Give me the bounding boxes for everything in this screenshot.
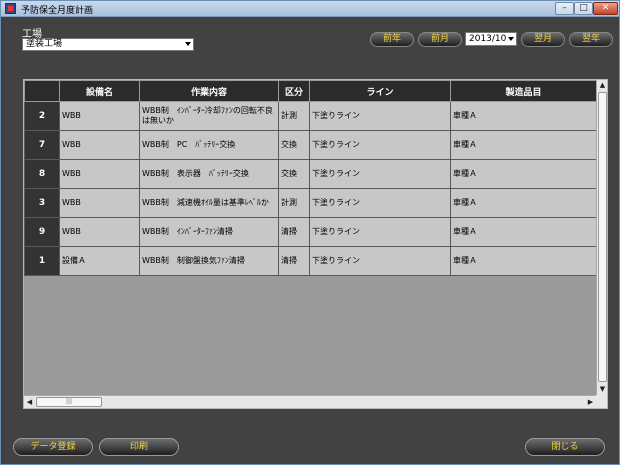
cell-line[interactable]: 下塗りライン	[309, 246, 451, 276]
table-row[interactable]: 3 WBB WBB制 減速機ｵｲﾙ量は基準ﾚﾍﾞﾙか 計測 下塗りライン 車種Ａ	[24, 188, 597, 218]
month-value: 2013/10	[469, 34, 507, 44]
cell-equipment[interactable]: WBB	[59, 130, 140, 160]
cell-line[interactable]: 下塗りライン	[309, 159, 451, 189]
cell-product[interactable]: 車種Ａ	[450, 101, 597, 131]
scroll-up-icon[interactable]: ▲	[597, 80, 607, 91]
cell-work[interactable]: WBB制 PC ﾊﾞｯﾃﾘｰ交換	[139, 130, 279, 160]
app-icon	[5, 3, 16, 14]
cell-work[interactable]: WBB制 ｲﾝﾊﾞｰﾀｰﾌｧﾝ清掃	[139, 217, 279, 247]
prev-month-button[interactable]: 前月	[418, 32, 462, 47]
cell-work[interactable]: WBB制 表示器 ﾊﾞｯﾃﾘｰ交換	[139, 159, 279, 189]
close-button[interactable]: 閉じる	[525, 438, 605, 456]
row-number[interactable]: 3	[24, 188, 60, 218]
schedule-table: 設備名 作業内容 区分 ライン 製造品目 2 WBB WBB制 ｲﾝﾊﾞｰﾀｰ冷…	[24, 80, 597, 276]
minimize-button[interactable]: –	[555, 2, 574, 15]
factory-value: 塗装工場	[26, 39, 63, 49]
cell-line[interactable]: 下塗りライン	[309, 101, 451, 131]
factory-dropdown[interactable]: 塗装工場	[22, 38, 194, 51]
close-window-button[interactable]: ✕	[593, 2, 618, 15]
table-row[interactable]: 8 WBB WBB制 表示器 ﾊﾞｯﾃﾘｰ交換 交換 下塗りライン 車種Ａ	[24, 159, 597, 189]
prev-year-button[interactable]: 前年	[370, 32, 414, 47]
row-number[interactable]: 2	[24, 101, 60, 131]
cell-equipment[interactable]: WBB	[59, 159, 140, 189]
column-header-line[interactable]: ライン	[309, 80, 451, 102]
cell-equipment[interactable]: WBB	[59, 188, 140, 218]
vertical-scroll-thumb[interactable]	[598, 92, 607, 382]
row-number[interactable]: 9	[24, 217, 60, 247]
print-button[interactable]: 印刷	[99, 438, 179, 456]
main-panel: 工場 塗装工場 前年 前月 2013/10 翌月 翌年 設備名 作業内容 区分 …	[5, 18, 615, 462]
row-header-corner	[24, 80, 60, 102]
cell-product[interactable]: 車種Ａ	[450, 246, 597, 276]
cell-line[interactable]: 下塗りライン	[309, 188, 451, 218]
cell-category[interactable]: 交換	[278, 130, 310, 160]
column-header-category[interactable]: 区分	[278, 80, 310, 102]
table-row[interactable]: 9 WBB WBB制 ｲﾝﾊﾞｰﾀｰﾌｧﾝ清掃 清掃 下塗りライン 車種Ａ	[24, 217, 597, 247]
scroll-down-icon[interactable]: ▼	[597, 384, 607, 395]
cell-category[interactable]: 計測	[278, 188, 310, 218]
month-dropdown[interactable]: 2013/10	[465, 32, 517, 46]
table-row[interactable]: 7 WBB WBB制 PC ﾊﾞｯﾃﾘｰ交換 交換 下塗りライン 車種Ａ	[24, 130, 597, 160]
table-row[interactable]: 2 WBB WBB制 ｲﾝﾊﾞｰﾀｰ冷却ﾌｧﾝの回転不良は無いか 計測 下塗りラ…	[24, 101, 597, 131]
cell-product[interactable]: 車種Ａ	[450, 130, 597, 160]
chevron-down-icon	[508, 37, 514, 41]
data-register-button[interactable]: データ登録	[13, 438, 93, 456]
cell-line[interactable]: 下塗りライン	[309, 217, 451, 247]
cell-category[interactable]: 計測	[278, 101, 310, 131]
row-number[interactable]: 1	[24, 246, 60, 276]
next-year-button[interactable]: 翌年	[569, 32, 613, 47]
column-header-product[interactable]: 製造品目	[450, 80, 597, 102]
horizontal-scrollbar[interactable]: ◀ ||| ▶	[24, 395, 596, 408]
header-row: 設備名 作業内容 区分 ライン 製造品目	[24, 80, 597, 102]
cell-category[interactable]: 清掃	[278, 246, 310, 276]
column-header-equipment[interactable]: 設備名	[59, 80, 140, 102]
chevron-down-icon	[185, 42, 191, 46]
cell-product[interactable]: 車種Ａ	[450, 159, 597, 189]
cell-equipment[interactable]: 設備Ａ	[59, 246, 140, 276]
cell-category[interactable]: 清掃	[278, 217, 310, 247]
horizontal-scroll-thumb[interactable]: |||	[36, 397, 102, 407]
column-header-work[interactable]: 作業内容	[139, 80, 279, 102]
scroll-right-icon[interactable]: ▶	[585, 396, 596, 408]
schedule-grid: 設備名 作業内容 区分 ライン 製造品目 2 WBB WBB制 ｲﾝﾊﾞｰﾀｰ冷…	[23, 79, 608, 409]
vertical-scrollbar[interactable]: ▲ ▼	[596, 80, 607, 395]
cell-equipment[interactable]: WBB	[59, 101, 140, 131]
cell-work[interactable]: WBB制 ｲﾝﾊﾞｰﾀｰ冷却ﾌｧﾝの回転不良は無いか	[139, 101, 279, 131]
cell-product[interactable]: 車種Ａ	[450, 188, 597, 218]
cell-category[interactable]: 交換	[278, 159, 310, 189]
table-row[interactable]: 1 設備Ａ WBB制 制御盤換気ﾌｧﾝ清掃 清掃 下塗りライン 車種Ａ	[24, 246, 597, 276]
next-month-button[interactable]: 翌月	[521, 32, 565, 47]
window-title: 予防保全月度計画	[21, 6, 94, 16]
row-number[interactable]: 7	[24, 130, 60, 160]
cell-product[interactable]: 車種Ａ	[450, 217, 597, 247]
cell-work[interactable]: WBB制 減速機ｵｲﾙ量は基準ﾚﾍﾞﾙか	[139, 188, 279, 218]
row-number[interactable]: 8	[24, 159, 60, 189]
cell-equipment[interactable]: WBB	[59, 217, 140, 247]
scroll-left-icon[interactable]: ◀	[24, 396, 35, 408]
maximize-button[interactable]: □	[574, 2, 593, 15]
title-bar[interactable]: 予防保全月度計画 – □ ✕	[1, 1, 619, 17]
cell-line[interactable]: 下塗りライン	[309, 130, 451, 160]
cell-work[interactable]: WBB制 制御盤換気ﾌｧﾝ清掃	[139, 246, 279, 276]
app-window: 予防保全月度計画 – □ ✕ 工場 塗装工場 前年 前月 2013/10 翌月 …	[0, 0, 620, 465]
scrollbar-corner	[596, 395, 607, 408]
